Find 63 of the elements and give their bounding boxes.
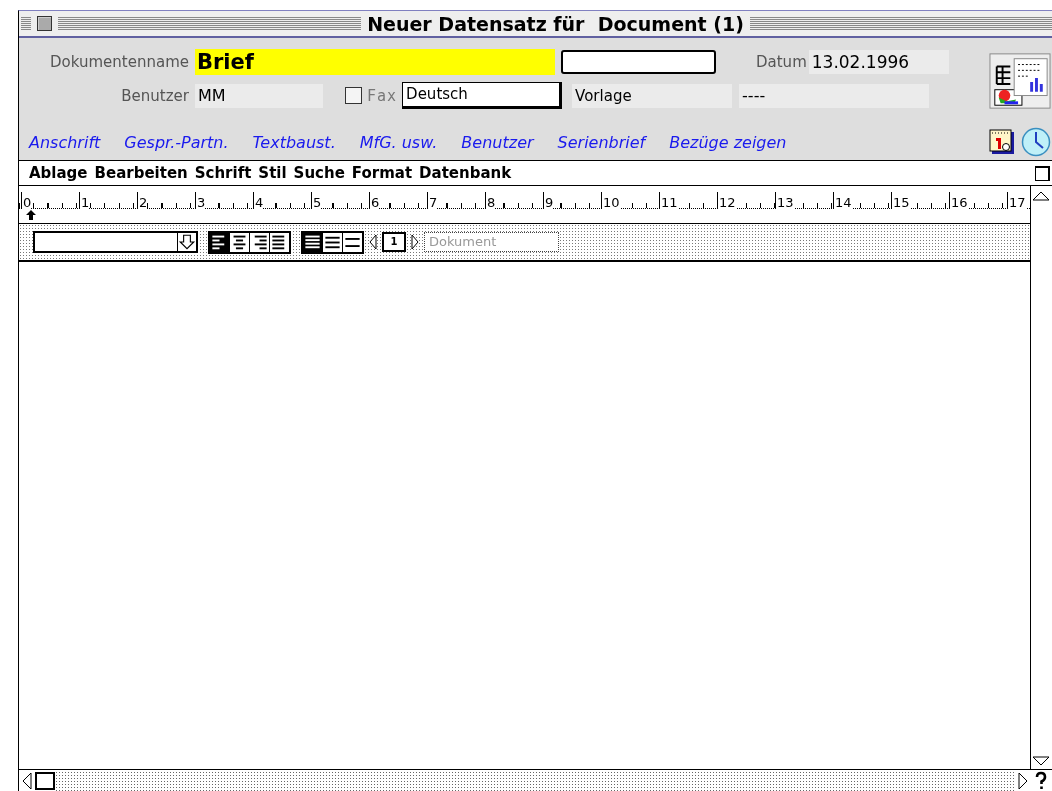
close-box[interactable] (37, 16, 52, 31)
zoom-box[interactable] (1035, 165, 1050, 181)
database-icon[interactable] (989, 52, 1051, 110)
line-spacing-wide-icon[interactable] (343, 232, 362, 252)
title-bar-stripes (21, 17, 31, 30)
field-label: Datum (756, 52, 808, 71)
ruler-number: 8 (486, 195, 496, 210)
link[interactable]: Gespr.-Partn. (124, 132, 229, 152)
ruler-number: 1 (80, 195, 90, 210)
ruler-number: 0 (22, 195, 32, 210)
help-icon[interactable] (1033, 771, 1049, 791)
menu-item[interactable]: Schrift (194, 164, 252, 182)
style-dropdown[interactable] (33, 231, 198, 253)
window-title: Neuer Datensatz für Document (1) (367, 12, 744, 35)
menu-item[interactable]: Bearbeiten (94, 164, 188, 182)
document-name-field[interactable]: Brief (195, 48, 555, 75)
align-right-icon[interactable] (250, 232, 269, 252)
link[interactable]: MfG. usw. (359, 132, 438, 152)
scroll-thumb[interactable] (35, 772, 55, 790)
link[interactable]: Benutzer (461, 132, 534, 152)
ruler-number: 16 (950, 195, 968, 210)
ruler-number: 17 (1008, 195, 1026, 210)
ruler-number: 7 (428, 195, 438, 210)
checkbox-label: Fax (367, 86, 398, 105)
menu-item[interactable]: Datenbank (419, 164, 512, 182)
line-spacing-double-icon[interactable] (323, 232, 342, 252)
ruler-number: 11 (660, 195, 678, 210)
ruler-number: 13 (776, 195, 794, 210)
link[interactable]: Serienbrief (557, 132, 646, 152)
menu-item[interactable]: Suche (293, 164, 345, 182)
field-label: Benutzer (120, 86, 190, 105)
ruler-number: 12 (718, 195, 736, 210)
ruler-number: 10 (602, 195, 620, 210)
clock-icon[interactable] (1021, 127, 1051, 157)
align-center-icon[interactable] (230, 232, 249, 252)
field-label: Dokumentenname (49, 52, 190, 71)
ruler-number: 4 (254, 195, 264, 210)
calendar-icon[interactable] (989, 129, 1015, 155)
ruler-number: 9 (544, 195, 554, 210)
menu-item[interactable]: Stil (258, 164, 287, 182)
link[interactable]: Textbaust. (252, 132, 336, 152)
menu-item[interactable]: Ablage (29, 164, 88, 182)
indent-marker-icon[interactable] (25, 209, 37, 221)
next-page-icon[interactable] (410, 233, 420, 251)
page-number: 1 (382, 232, 406, 252)
ruler-number: 6 (370, 195, 380, 210)
dropdown-arrow-icon (178, 233, 196, 251)
align-justify-icon[interactable] (270, 232, 289, 252)
link[interactable]: Anschrift (29, 132, 101, 152)
ruler-number: 15 (892, 195, 910, 210)
ruler-number: 5 (312, 195, 322, 210)
ruler-number: 14 (834, 195, 852, 210)
menu-item[interactable]: Format (351, 164, 413, 182)
ruler-number: 2 (138, 195, 148, 210)
ruler-number: 3 (196, 195, 206, 210)
link[interactable]: Bezüge zeigen (669, 132, 787, 152)
input-field[interactable] (561, 49, 716, 74)
user-field[interactable]: MM (195, 83, 323, 108)
date-field[interactable]: 13.02.1996 (808, 49, 949, 74)
previous-page-icon[interactable] (368, 233, 378, 251)
template-code-field[interactable]: ---- (739, 83, 930, 108)
template-field[interactable]: Vorlage (572, 83, 733, 108)
language-field[interactable]: Deutsch (402, 82, 563, 109)
